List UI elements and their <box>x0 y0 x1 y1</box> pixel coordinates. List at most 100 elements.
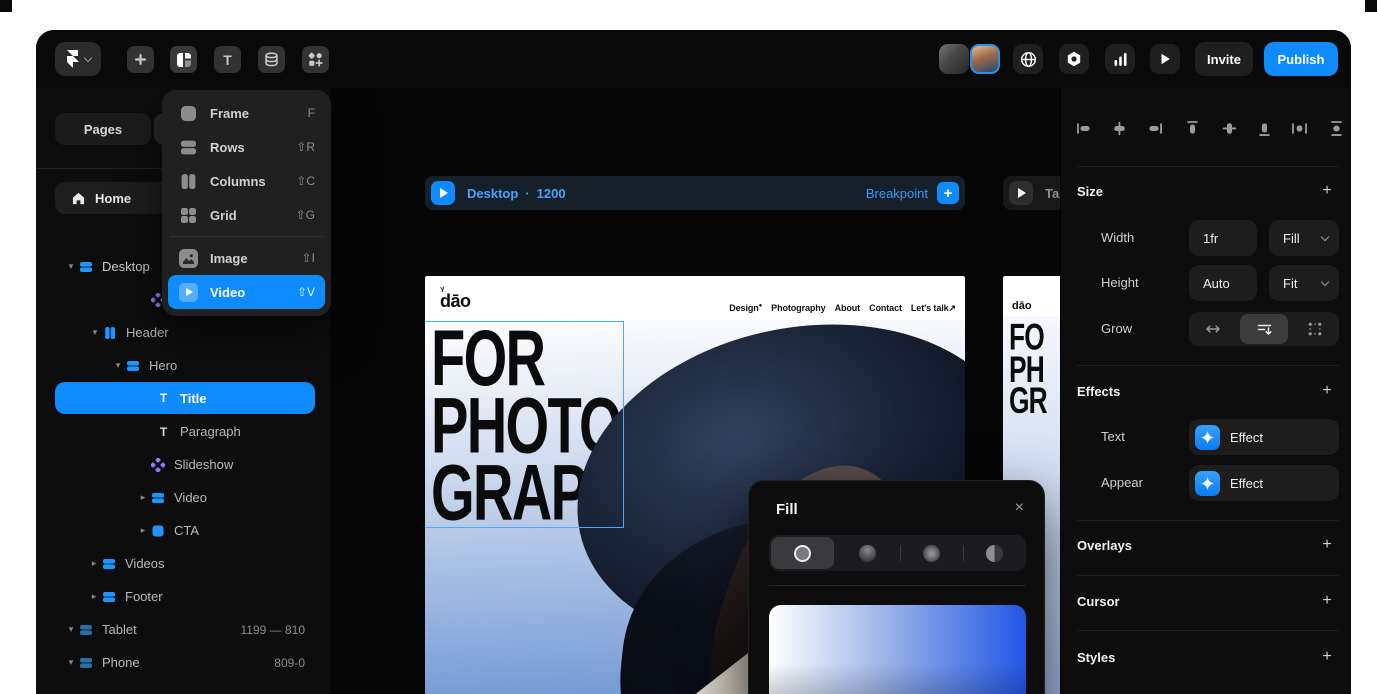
canvas[interactable]: Desktop · 1200 Breakpoint + ʸ dāo Design… <box>330 88 1060 694</box>
collaborator-avatar[interactable] <box>970 44 1000 74</box>
grid-icon <box>178 205 198 225</box>
menu-item-rows[interactable]: Rows ⇧R <box>168 130 325 164</box>
height-input[interactable]: Auto <box>1189 265 1257 301</box>
menu-item-columns[interactable]: Columns ⇧C <box>168 164 325 198</box>
chevron-expanded-icon[interactable]: ▾ <box>64 657 78 668</box>
layer-row-tablet[interactable]: ▾ Tablet 1199 — 810 <box>36 613 330 646</box>
frame-width: 1200 <box>537 186 566 201</box>
chevron-down-icon <box>83 53 91 61</box>
frame-name[interactable]: Ta <box>1045 186 1059 201</box>
grow-wrap-option[interactable] <box>1240 314 1289 344</box>
fill-solid-option[interactable] <box>771 537 834 569</box>
menu-item-frame[interactable]: Frame F <box>168 96 325 130</box>
selection-outline[interactable] <box>425 321 624 528</box>
align-bottom-icon[interactable] <box>1256 120 1273 137</box>
frame-name[interactable]: Desktop <box>467 186 518 201</box>
angular-gradient-icon <box>986 545 1003 562</box>
distribute-horizontal-icon[interactable] <box>1291 120 1308 137</box>
add-cursor-button[interactable]: + <box>1319 592 1335 610</box>
height-mode-select[interactable]: Fit <box>1269 265 1339 301</box>
layer-row-phone[interactable]: ▾ Phone 809-0 <box>36 646 330 679</box>
grow-scale-option[interactable] <box>1290 312 1339 346</box>
preview-button[interactable] <box>1150 44 1180 74</box>
chevron-collapsed-icon[interactable]: ▸ <box>87 558 101 569</box>
nav-item[interactable]: Let's talk↗ <box>911 303 956 314</box>
fill-angular-option[interactable] <box>963 535 1026 571</box>
nav-item[interactable]: Photography <box>771 303 825 314</box>
fill-radial-option[interactable] <box>900 535 963 571</box>
chevron-expanded-icon[interactable]: ▾ <box>111 360 125 371</box>
insert-plus-button[interactable] <box>127 46 154 73</box>
framer-menu-button[interactable] <box>55 42 101 76</box>
add-overlay-button[interactable]: + <box>1319 536 1335 554</box>
align-right-icon[interactable] <box>1146 120 1163 137</box>
text-effect-button[interactable]: Effect <box>1189 419 1339 455</box>
breakpoint-label[interactable]: Breakpoint <box>866 186 928 201</box>
text-tool-button[interactable]: T <box>214 46 241 73</box>
add-style-button[interactable]: + <box>1319 648 1335 666</box>
chevron-expanded-icon[interactable]: ▾ <box>64 624 78 635</box>
chevron-down-icon <box>1321 277 1329 285</box>
layer-label: Desktop <box>102 259 150 274</box>
tab-pages[interactable]: Pages <box>55 113 151 145</box>
distribute-vertical-icon[interactable] <box>1328 120 1345 137</box>
layer-row-hero[interactable]: ▾ Hero <box>36 349 330 382</box>
component-icon <box>150 457 165 472</box>
layer-row-footer[interactable]: ▸ Footer <box>36 580 330 613</box>
align-left-icon[interactable] <box>1076 120 1093 137</box>
chevron-collapsed-icon[interactable]: ▸ <box>136 525 150 536</box>
chevron-collapsed-icon[interactable]: ▸ <box>87 591 101 602</box>
stack-layer-icon <box>125 358 140 373</box>
align-top-icon[interactable] <box>1184 120 1201 137</box>
screen: T Invite Publish <box>0 0 1377 694</box>
tablet-breakpoint-bar[interactable]: Ta <box>1003 176 1060 210</box>
close-icon[interactable]: × <box>1015 499 1024 517</box>
grow-horizontal-option[interactable] <box>1189 312 1238 346</box>
cms-button[interactable] <box>258 46 285 73</box>
align-center-horizontal-icon[interactable] <box>1111 120 1128 137</box>
width-mode-select[interactable]: Fill <box>1269 220 1339 256</box>
database-icon <box>264 52 279 67</box>
menu-item-grid[interactable]: Grid ⇧G <box>168 198 325 232</box>
frame-preview-button[interactable] <box>431 181 455 205</box>
add-size-button[interactable]: + <box>1319 182 1335 200</box>
color-picker-area[interactable] <box>769 605 1026 694</box>
frame-preview-button[interactable] <box>1009 181 1033 205</box>
chevron-collapsed-icon[interactable]: ▸ <box>136 492 150 503</box>
plugins-button[interactable] <box>1059 44 1089 74</box>
nav-item[interactable]: Contact <box>869 303 902 314</box>
invite-button[interactable]: Invite <box>1195 42 1253 76</box>
layer-row-header[interactable]: ▾ Header <box>36 316 330 349</box>
menu-item-video-selected[interactable]: Video ⇧V <box>168 275 325 309</box>
add-breakpoint-button[interactable]: + <box>937 182 959 204</box>
layer-row-video[interactable]: ▸ Video <box>36 481 330 514</box>
collaborator-avatar[interactable] <box>939 44 969 74</box>
site-settings-button[interactable] <box>1013 44 1043 74</box>
appear-effect-button[interactable]: Effect <box>1189 465 1339 501</box>
add-effect-button[interactable]: + <box>1319 382 1335 400</box>
nav-item[interactable]: Design● <box>729 303 762 314</box>
play-icon <box>1018 188 1026 198</box>
hero-title-text[interactable]: FO PH GR <box>1009 322 1047 418</box>
width-input[interactable]: 1fr <box>1189 220 1257 256</box>
publish-button[interactable]: Publish <box>1264 42 1338 76</box>
menu-item-image[interactable]: Image ⇧I <box>168 241 325 275</box>
assets-button[interactable] <box>302 46 329 73</box>
layer-row-cta[interactable]: ▸ CTA <box>36 514 330 547</box>
grow-label: Grow <box>1101 321 1132 336</box>
fill-linear-option[interactable] <box>836 535 899 571</box>
layer-label: Tablet <box>102 622 137 637</box>
analytics-button[interactable] <box>1105 44 1135 74</box>
layer-row-title-selected[interactable]: T Title <box>55 382 315 414</box>
nav-item[interactable]: About <box>835 303 861 314</box>
layer-row-slideshow[interactable]: Slideshow <box>36 448 330 481</box>
chevron-expanded-icon[interactable]: ▾ <box>88 327 102 338</box>
sparkle-icon <box>1195 471 1220 496</box>
align-center-vertical-icon[interactable] <box>1221 120 1238 137</box>
page-item-label: Home <box>95 191 131 206</box>
desktop-breakpoint-bar[interactable]: Desktop · 1200 Breakpoint + <box>425 176 965 210</box>
layer-row-paragraph[interactable]: T Paragraph <box>36 415 330 448</box>
layer-row-videos[interactable]: ▸ Videos <box>36 547 330 580</box>
chevron-expanded-icon[interactable]: ▾ <box>64 261 78 272</box>
layout-insert-button[interactable] <box>170 46 197 73</box>
